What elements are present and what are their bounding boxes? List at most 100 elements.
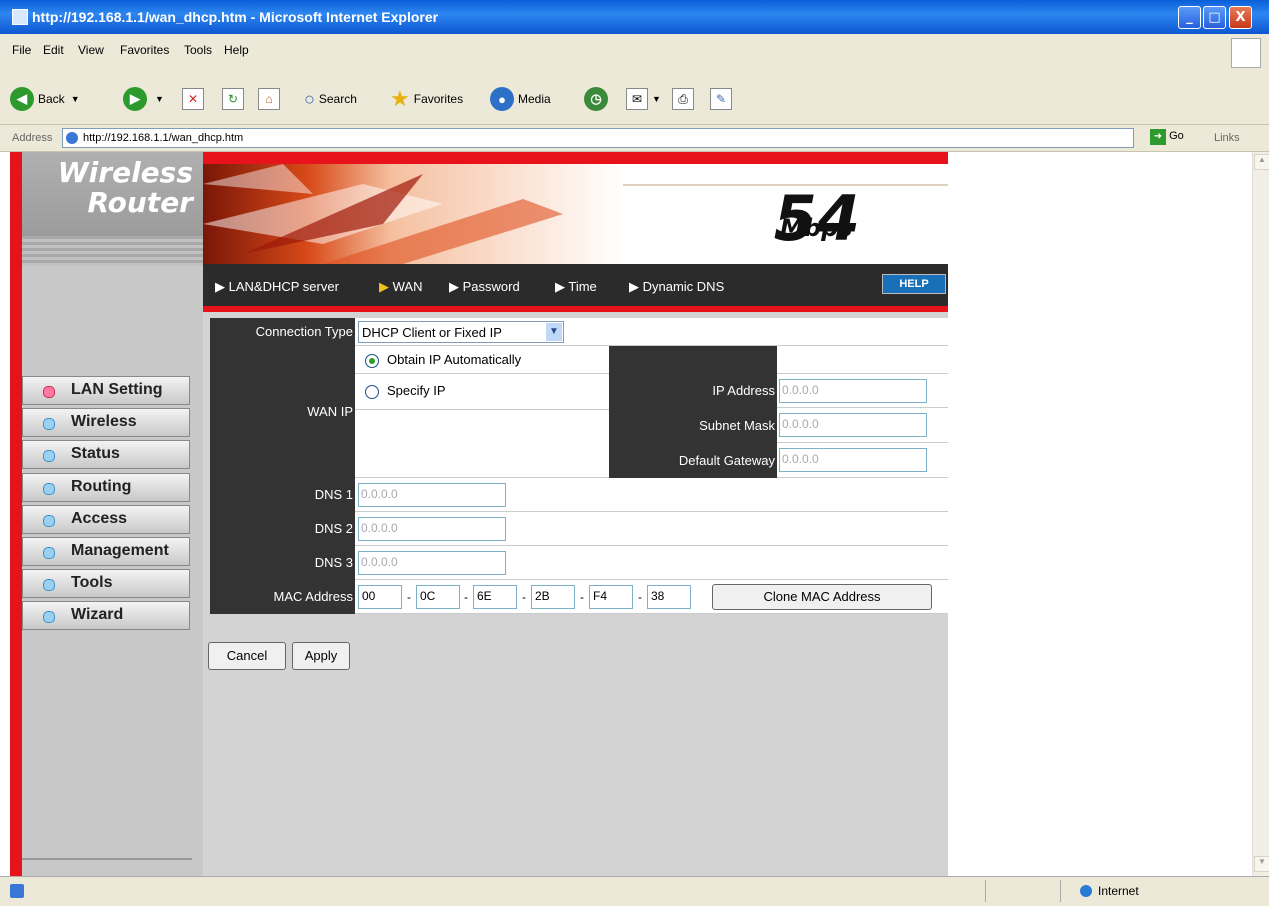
page-content: Wireless Router LAN Setting Wireless Sta…	[0, 152, 1252, 876]
help-button[interactable]: HELP	[882, 274, 946, 294]
maximize-button[interactable]: □	[1203, 6, 1226, 29]
dns3-input[interactable]: 0.0.0.0	[358, 551, 506, 575]
clone-mac-button[interactable]: Clone MAC Address	[712, 584, 932, 610]
specify-ip-label: Specify IP	[387, 383, 446, 398]
mac-octet-6[interactable]: 38	[647, 585, 691, 609]
sidenav-routing[interactable]: Routing	[22, 473, 190, 502]
mac-octet-4[interactable]: 2B	[531, 585, 575, 609]
mac-octet-3[interactable]: 6E	[473, 585, 517, 609]
zone-label: Internet	[1098, 884, 1139, 898]
mac-octet-5[interactable]: F4	[589, 585, 633, 609]
sidenav-access[interactable]: Access	[22, 505, 190, 534]
mac-separator: -	[522, 590, 526, 604]
dropdown-arrow-icon: ▼	[70, 94, 80, 104]
top-nav: ▶ LAN&DHCP server ▶ WAN ▶ Password ▶ Tim…	[203, 264, 948, 312]
scroll-up-icon[interactable]: ▲	[1254, 154, 1269, 170]
scroll-down-icon[interactable]: ▼	[1254, 856, 1269, 872]
topnav-label: WAN	[392, 279, 423, 294]
forward-button[interactable]: ▶ ▼	[123, 84, 164, 114]
print-button[interactable]: ⎙	[672, 84, 694, 114]
page-icon	[66, 132, 78, 144]
bullet-icon	[43, 547, 55, 559]
media-label: Media	[518, 92, 551, 106]
menu-file[interactable]: File	[12, 43, 31, 57]
close-button[interactable]: X	[1229, 6, 1252, 29]
sidenav-tools[interactable]: Tools	[22, 569, 190, 598]
default-gateway-row: 0.0.0.0	[777, 443, 948, 478]
sidenav-label: Status	[71, 445, 120, 462]
go-arrow-icon: ➜	[1150, 129, 1166, 145]
sidenav-lan-setting[interactable]: LAN Setting	[22, 376, 190, 405]
back-button[interactable]: ◀ Back ▼	[10, 84, 80, 114]
menu-favorites[interactable]: Favorites	[120, 43, 169, 57]
vertical-scrollbar[interactable]: ▲ ▼	[1252, 152, 1269, 876]
address-label: Address	[12, 132, 53, 144]
search-label: Search	[318, 92, 357, 106]
address-input[interactable]: http://192.168.1.1/wan_dhcp.htm	[62, 128, 1134, 148]
top-red-bar	[203, 152, 948, 164]
sidenav-wireless[interactable]: Wireless	[22, 408, 190, 437]
default-gateway-input[interactable]: 0.0.0.0	[779, 448, 927, 472]
edit-button[interactable]: ✎	[710, 84, 732, 114]
apply-button[interactable]: Apply	[292, 642, 350, 670]
mac-octet-1[interactable]: 00	[358, 585, 402, 609]
divider	[985, 880, 986, 902]
go-button[interactable]: ➜ Go	[1150, 129, 1184, 145]
sidenav-wizard[interactable]: Wizard	[22, 601, 190, 630]
print-icon: ⎙	[672, 88, 694, 110]
search-button[interactable]: ○ Search	[304, 84, 357, 114]
subnet-mask-row: 0.0.0.0	[777, 408, 948, 443]
stop-icon: ✕	[182, 88, 204, 110]
favorites-button[interactable]: ★ Favorites	[390, 84, 463, 114]
home-button[interactable]: ⌂	[258, 84, 280, 114]
mail-button[interactable]: ✉ ▼	[626, 84, 661, 114]
globe-icon	[1080, 885, 1092, 897]
media-button[interactable]: ● Media	[490, 84, 551, 114]
connection-type-select[interactable]: DHCP Client or Fixed IP ▼	[358, 321, 564, 343]
dns2-row: 0.0.0.0	[355, 512, 948, 546]
history-icon: ◷	[584, 87, 608, 111]
mail-icon: ✉	[626, 88, 648, 110]
dns3-row: 0.0.0.0	[355, 546, 948, 580]
sidenav-label: Management	[71, 542, 169, 559]
windows-logo-icon	[1231, 38, 1261, 68]
obtain-auto-radio[interactable]	[365, 354, 379, 368]
mac-separator: -	[638, 590, 642, 604]
menu-view[interactable]: View	[78, 43, 104, 57]
menu-help[interactable]: Help	[224, 43, 249, 57]
menu-bar: File Edit View Favorites Tools Help	[0, 34, 1269, 70]
sidenav-status[interactable]: Status	[22, 440, 190, 469]
sidenav-label: LAN Setting	[71, 381, 163, 398]
brand-stripes	[22, 236, 203, 266]
sidenav-management[interactable]: Management	[22, 537, 190, 566]
topnav-label: LAN&DHCP server	[228, 279, 339, 294]
history-button[interactable]: ◷	[584, 84, 612, 114]
dns1-input[interactable]: 0.0.0.0	[358, 483, 506, 507]
links-button[interactable]: Links	[1214, 132, 1240, 144]
brand-line1: Wireless	[57, 156, 193, 189]
blank-header-cell	[609, 346, 777, 374]
topnav-time[interactable]: ▶ Time	[555, 279, 597, 295]
subnet-mask-input[interactable]: 0.0.0.0	[779, 413, 927, 437]
refresh-button[interactable]: ↻	[222, 84, 244, 114]
minimize-button[interactable]: _	[1178, 6, 1201, 29]
window-title: http://192.168.1.1/wan_dhcp.htm - Micros…	[32, 9, 439, 25]
menu-edit[interactable]: Edit	[43, 43, 64, 57]
dns2-input[interactable]: 0.0.0.0	[358, 517, 506, 541]
topnav-wan[interactable]: ▶ WAN	[379, 279, 422, 295]
ip-address-input[interactable]: 0.0.0.0	[779, 379, 927, 403]
topnav-dynamic-dns[interactable]: ▶ Dynamic DNS	[629, 279, 724, 295]
cancel-button[interactable]: Cancel	[208, 642, 286, 670]
connection-type-label: Connection Type	[210, 318, 355, 346]
mac-octet-2[interactable]: 0C	[416, 585, 460, 609]
bullet-icon	[43, 483, 55, 495]
menu-tools[interactable]: Tools	[184, 43, 212, 57]
topnav-lan-dhcp[interactable]: ▶ LAN&DHCP server	[215, 279, 339, 295]
mac-separator: -	[464, 590, 468, 604]
topnav-password[interactable]: ▶ Password	[449, 279, 520, 295]
back-arrow-icon: ◀	[10, 87, 34, 111]
specify-ip-cell: Specify IP	[355, 374, 609, 478]
specify-ip-radio[interactable]	[365, 385, 379, 399]
dns1-row: 0.0.0.0	[355, 478, 948, 512]
stop-button[interactable]: ✕	[182, 84, 204, 114]
